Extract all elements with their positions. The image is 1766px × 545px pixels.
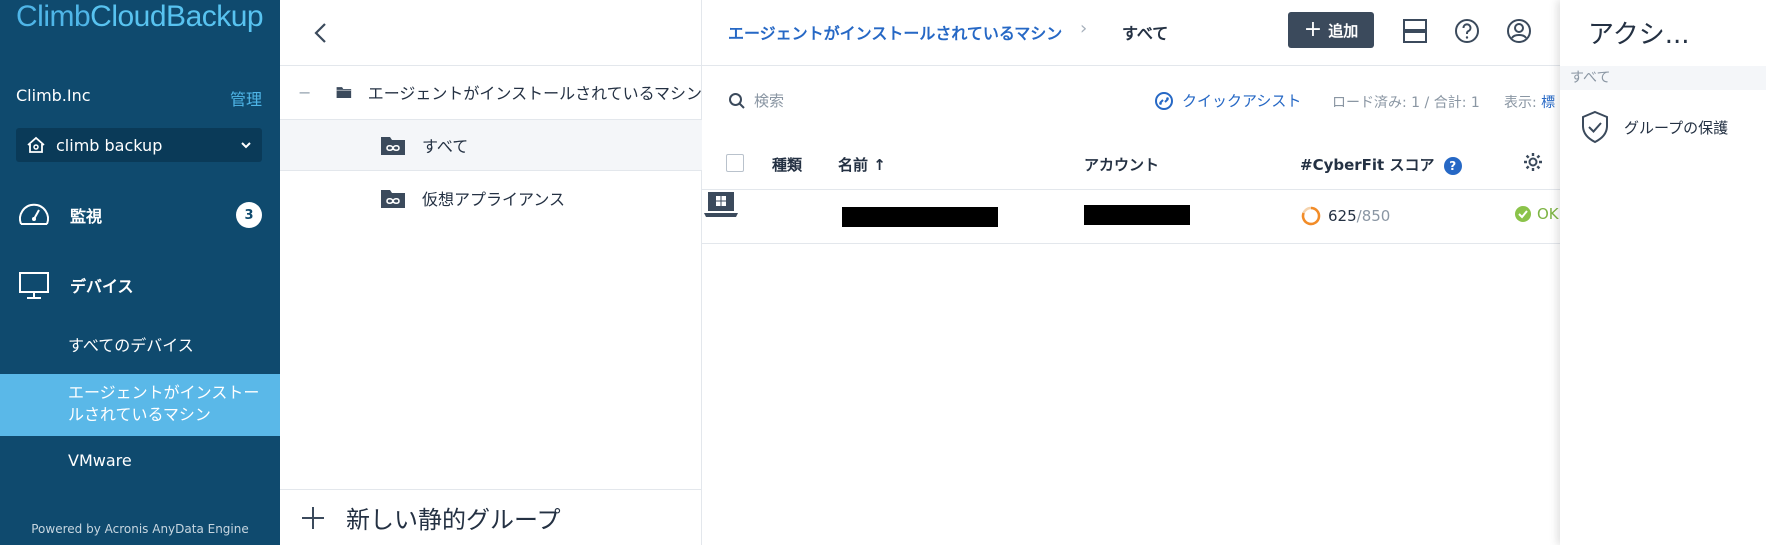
loaded-count: ロード済み: 1 / 合計: 1 (1332, 95, 1480, 111)
sidebar-item-agent-machines[interactable]: エージェントがインストー ルされているマシン (0, 374, 280, 436)
quick-assist-button[interactable]: クイックアシスト (1154, 90, 1301, 111)
search-icon (729, 92, 745, 109)
new-static-group-button[interactable]: 新しい静的グループ (280, 489, 702, 545)
tree-item-virtual-appliance[interactable]: 仮想アプライアンス (280, 172, 702, 224)
tenant-name: climb backup (56, 135, 163, 155)
org-name: Climb.Inc (16, 86, 91, 105)
tree-item-virtual-appliance-label: 仮想アプライアンス (422, 190, 566, 209)
status-text: OK (1537, 205, 1559, 223)
protect-group-label: グループの保護 (1624, 118, 1729, 137)
score-ring-icon (1301, 206, 1321, 226)
sidebar-item-agent-machines-line2: ルされているマシン (68, 405, 211, 424)
select-all-checkbox[interactable] (726, 154, 744, 172)
status-badge: OK (1514, 205, 1559, 223)
new-static-group-label: 新しい静的グループ (346, 506, 561, 534)
display-label: 表示: (1504, 95, 1537, 111)
breadcrumb-separator: › (1080, 18, 1088, 39)
dynamic-folder-icon (381, 190, 405, 208)
main-header: エージェントがインストールされているマシン › すべて + 追加 (702, 0, 1560, 66)
nav-devices[interactable]: デバイス (0, 260, 280, 310)
redacted-name (842, 207, 998, 227)
folder-icon (336, 87, 352, 99)
nav-monitoring-label: 監視 (70, 207, 103, 226)
table-row[interactable]: 625/850 OK (702, 190, 1560, 244)
quick-assist-icon (1155, 91, 1173, 110)
sidebar-item-all-devices[interactable]: すべてのデバイス (0, 335, 280, 359)
table-header: 種類 名前 ↑ アカウント #CyberFit スコア ? (702, 136, 1560, 190)
display-value: 標 (1541, 95, 1556, 111)
quick-assist-label: クイックアシスト (1182, 92, 1302, 110)
tree-item-all[interactable]: すべて (280, 119, 702, 171)
tree-root-label: エージェントがインストールされているマシン (367, 84, 702, 103)
dynamic-folder-icon (381, 137, 405, 155)
home-icon (27, 136, 45, 153)
account-icon[interactable] (1504, 16, 1534, 46)
logo-climb: Climb (16, 0, 91, 33)
add-button[interactable]: + 追加 (1288, 12, 1374, 48)
add-button-label: 追加 (1328, 21, 1359, 40)
column-cyberfit-score[interactable]: #CyberFit スコア ? (1300, 154, 1462, 175)
plus-icon (302, 506, 324, 529)
column-account[interactable]: アカウント (1084, 154, 1159, 175)
display-selector[interactable]: 表示: 標 (1504, 92, 1555, 112)
monitor-icon (19, 272, 49, 299)
actions-section-label: すべて (1560, 66, 1766, 90)
protect-group-action[interactable]: グループの保護 (1580, 110, 1728, 144)
toolbar: 検索 クイックアシスト ロード済み: 1 / 合計: 1 表示: 標 (702, 66, 1560, 136)
tree-item-all-label: すべて (422, 137, 469, 156)
cyberfit-score: 625/850 (1300, 205, 1390, 227)
gear-icon[interactable] (1522, 151, 1544, 173)
sidebar: ClimbCloudBackup Climb.Inc 管理 climb back… (0, 0, 280, 545)
search-placeholder: 検索 (754, 92, 785, 110)
main-content: エージェントがインストールされているマシン › すべて + 追加 検索 クイック… (702, 0, 1560, 545)
actions-title: アクシ... (1588, 20, 1690, 50)
help-icon[interactable] (1452, 16, 1482, 46)
column-name[interactable]: 名前 ↑ (838, 154, 886, 175)
logo: ClimbCloudBackup (16, 0, 264, 34)
score-value: 625 (1328, 207, 1357, 225)
view-toggle-icon[interactable] (1400, 16, 1430, 46)
chevron-down-icon (241, 142, 251, 149)
actions-panel: アクシ... すべて グループの保護 (1560, 0, 1766, 545)
score-max: /850 (1356, 207, 1391, 225)
tree-root-agent-machines[interactable]: − エージェントがインストールされているマシン (280, 66, 702, 118)
gauge-icon (19, 203, 49, 225)
chevron-left-icon[interactable] (310, 20, 332, 46)
sidebar-item-vmware[interactable]: VMware (0, 450, 280, 474)
plus-icon: + (1303, 17, 1323, 42)
search-input[interactable]: 検索 (728, 90, 784, 111)
column-type[interactable]: 種類 (772, 154, 802, 175)
windows-laptop-icon (704, 192, 738, 217)
column-cyberfit-label: #CyberFit スコア (1300, 156, 1435, 174)
help-icon[interactable]: ? (1443, 157, 1462, 175)
logo-cloudbackup: CloudBackup (90, 0, 264, 33)
admin-link[interactable]: 管理 (230, 86, 262, 110)
groups-topbar (280, 0, 701, 66)
tenant-selector[interactable]: climb backup (16, 128, 262, 162)
redacted-account (1084, 205, 1190, 225)
check-circle-icon (1515, 206, 1531, 222)
sidebar-item-agent-machines-line1: エージェントがインストー (68, 383, 260, 402)
powered-by: Powered by Acronis AnyData Engine (31, 522, 249, 536)
collapse-toggle[interactable]: − (298, 83, 311, 102)
breadcrumb-current: すべて (1122, 24, 1169, 43)
shield-check-icon (1582, 110, 1608, 144)
nav-monitoring[interactable]: 監視 3 (0, 190, 280, 240)
nav-devices-label: デバイス (70, 277, 134, 296)
breadcrumb-parent[interactable]: エージェントがインストールされているマシン (728, 20, 1062, 44)
groups-panel: − エージェントがインストールされているマシン すべて 仮想アプライアンス 新し… (280, 0, 702, 545)
monitoring-badge: 3 (236, 202, 262, 228)
